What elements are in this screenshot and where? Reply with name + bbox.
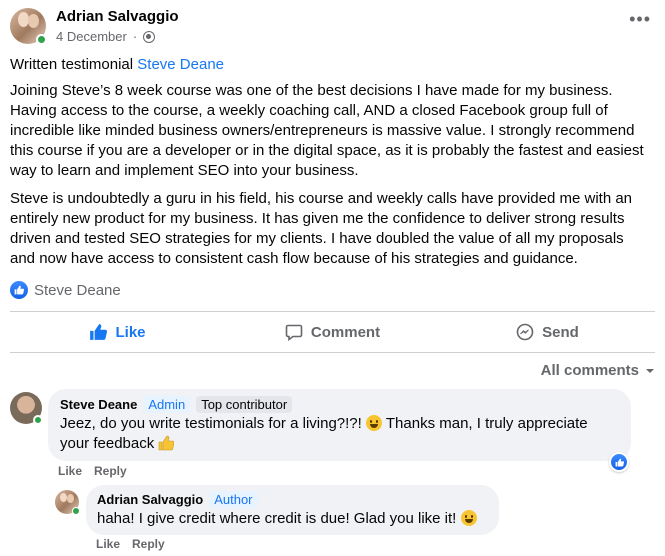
comment-reaction-badge[interactable] xyxy=(609,452,629,472)
reply-text: haha! I give credit where credit is due!… xyxy=(97,509,492,529)
reactions-summary[interactable]: Steve Deane xyxy=(10,281,121,299)
post-date[interactable]: 4 December xyxy=(56,29,127,44)
reply-header: Adrian Salvaggio Author xyxy=(97,491,258,508)
send-label: Send xyxy=(542,323,579,341)
like-button[interactable]: Like xyxy=(10,312,225,352)
commenter-avatar[interactable] xyxy=(10,392,43,425)
like-label: Like xyxy=(115,323,146,341)
comment-author[interactable]: Steve Deane xyxy=(60,397,137,412)
like-icon xyxy=(611,454,627,470)
thumbs-up-icon xyxy=(90,324,108,340)
like-icon xyxy=(10,281,28,299)
post-title-line: Written testimonial Steve Deane xyxy=(10,55,650,75)
reply-bubble: Adrian Salvaggio Author haha! I give cre… xyxy=(86,485,499,535)
post-author-name[interactable]: Adrian Salvaggio xyxy=(56,8,179,25)
comment-button[interactable]: Comment xyxy=(225,312,440,352)
reply-author-avatar[interactable] xyxy=(55,490,80,515)
comments-filter-dropdown[interactable]: All comments xyxy=(541,362,655,379)
send-button[interactable]: Send xyxy=(440,312,655,352)
reaction-names[interactable]: Steve Deane xyxy=(34,282,121,299)
post-meta: 4 December · xyxy=(56,29,156,44)
online-status-dot xyxy=(36,34,47,45)
grinning-emoji-icon xyxy=(365,415,382,431)
divider xyxy=(10,352,655,353)
reply-like-button[interactable]: Like xyxy=(96,537,120,551)
online-status-dot xyxy=(33,415,43,425)
post-title-prefix: Written testimonial xyxy=(10,56,134,73)
post-action-bar: Like Comment Send xyxy=(10,312,655,352)
admin-badge: Admin xyxy=(143,396,191,413)
comment-label: Comment xyxy=(310,323,381,341)
reply-text-content: haha! I give credit where credit is due!… xyxy=(97,510,457,527)
smiling-emoji-icon xyxy=(460,510,477,526)
messenger-icon xyxy=(516,323,534,341)
comment-text: Jeez, do you write testimonials for a li… xyxy=(60,414,620,454)
top-contributor-badge: Top contributor xyxy=(196,396,293,413)
globe-icon xyxy=(143,30,156,43)
comments-filter-label: All comments xyxy=(540,362,639,379)
comment-header: Steve Deane Admin Top contributor xyxy=(60,396,293,413)
post-header: Adrian Salvaggio 4 December · ••• xyxy=(10,6,655,48)
author-avatar[interactable] xyxy=(10,8,47,45)
caret-down-icon xyxy=(646,368,654,373)
author-badge: Author xyxy=(209,491,258,508)
ellipsis-icon[interactable]: ••• xyxy=(629,10,651,28)
post-paragraph-2: Steve is undoubtedly a guru in his field… xyxy=(10,190,633,267)
reply-reply-button[interactable]: Reply xyxy=(132,537,165,551)
comment-like-button[interactable]: Like xyxy=(58,464,82,478)
comment-reply-button[interactable]: Reply xyxy=(94,464,127,478)
reply-actions: Like Reply xyxy=(96,537,165,551)
online-status-dot xyxy=(72,507,80,515)
tagged-user-link[interactable]: Steve Deane xyxy=(137,56,224,73)
post-paragraph-1: Joining Steve’s 8 week course was one of… xyxy=(10,82,644,179)
thumbs-up-emoji-icon xyxy=(159,435,175,451)
comment-bubble: Steve Deane Admin Top contributor Jeez, … xyxy=(48,389,631,461)
meta-separator: · xyxy=(132,29,138,44)
comment-icon xyxy=(285,324,303,341)
comment-actions: Like Reply xyxy=(58,464,127,478)
comment-text-part-1: Jeez, do you write testimonials for a li… xyxy=(60,415,362,432)
reply-author[interactable]: Adrian Salvaggio xyxy=(97,492,203,507)
